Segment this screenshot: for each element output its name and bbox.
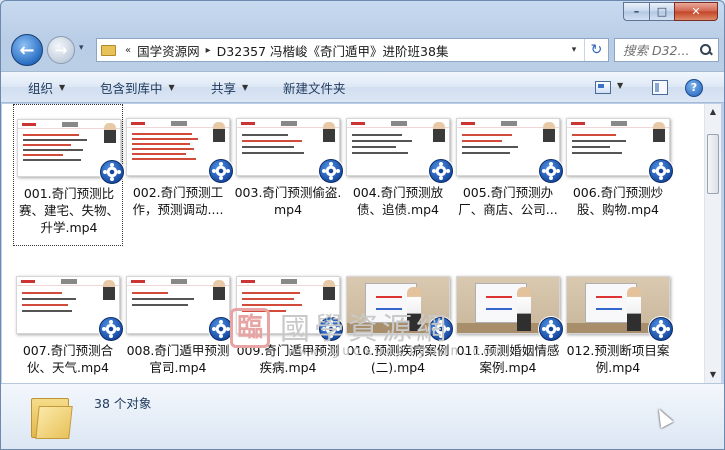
details-pane: 38 个对象: [1, 383, 724, 449]
media-player-icon: [209, 159, 233, 183]
media-player-icon: [319, 317, 343, 341]
file-item[interactable]: 005.奇门预测办厂、商店、公司...: [453, 104, 563, 246]
minimize-button[interactable]: –: [623, 2, 649, 21]
address-dropdown-button[interactable]: ▾: [566, 42, 582, 58]
file-name: 007.奇门预测合伙、天气.mp4: [22, 343, 114, 375]
recent-pages-button[interactable]: ▾: [79, 43, 93, 57]
vertical-scrollbar[interactable]: ▲ ▼: [704, 104, 721, 383]
file-item[interactable]: 007.奇门预测合伙、天气.mp4: [13, 262, 123, 383]
scroll-up-button[interactable]: ▲: [705, 104, 721, 120]
new-folder-label: 新建文件夹: [283, 81, 346, 96]
folder-icon: [31, 392, 73, 439]
search-input[interactable]: [623, 42, 695, 58]
breadcrumb-overflow-button[interactable]: «: [119, 45, 137, 56]
share-menu[interactable]: 共享 ▼: [211, 72, 248, 103]
file-name: 012.预测断项目案例.mp4: [566, 343, 670, 375]
file-item[interactable]: 009.奇门遁甲预测疾病.mp4: [233, 262, 343, 383]
caption-buttons: – □ ✕: [623, 2, 718, 21]
include-library-label: 包含到库中: [100, 81, 163, 96]
navigation-bar: ← → ▾ « 国学资源网 ▸ D32357 冯楷峻《奇门遁甲》进阶班38集 ▾…: [1, 31, 724, 69]
file-name: 004.奇门预测放债、追债.mp4: [352, 185, 444, 217]
explorer-window: – □ ✕ ← → ▾ « 国学资源网 ▸ D32357 冯楷峻《奇门遁甲》进阶…: [0, 0, 725, 450]
address-bar[interactable]: « 国学资源网 ▸ D32357 冯楷峻《奇门遁甲》进阶班38集 ▾ ↻: [96, 38, 609, 62]
media-player-icon: [100, 160, 124, 184]
view-options-dropdown[interactable]: ▼: [617, 81, 623, 90]
media-player-icon: [99, 317, 123, 341]
file-name: 011.预测婚姻情感案例.mp4: [456, 343, 560, 375]
forward-arrow-icon: →: [54, 41, 68, 59]
organize-label: 组织: [28, 81, 54, 96]
file-item[interactable]: 011.预测婚姻情感案例.mp4: [453, 262, 563, 383]
file-item[interactable]: 012.预测断项目案例.mp4: [563, 262, 673, 383]
file-name: 003.奇门预测偷盗.mp4: [234, 185, 342, 217]
scroll-down-button[interactable]: ▼: [705, 367, 721, 383]
media-player-icon: [209, 317, 233, 341]
chevron-down-icon: ▼: [59, 83, 66, 92]
command-bar: 组织 ▼ 包含到库中 ▼ 共享 ▼ 新建文件夹 ▼ ?: [1, 71, 724, 103]
file-item[interactable]: 004.奇门预测放债、追债.mp4: [343, 104, 453, 246]
file-list[interactable]: 001.奇门预测比赛、建宅、失物、升学.mp4 002.奇门预测工作，预测调动.…: [2, 104, 704, 383]
media-player-icon: [649, 317, 673, 341]
scrollbar-thumb[interactable]: [707, 134, 719, 194]
file-item[interactable]: 003.奇门预测偷盗.mp4: [233, 104, 343, 246]
file-name: 008.奇门遁甲预测官司.mp4: [126, 343, 230, 375]
file-item[interactable]: 002.奇门预测工作，预测调动....: [123, 104, 233, 246]
file-name: 002.奇门预测工作，预测调动....: [132, 185, 224, 217]
file-name: 010.预测疾病案例(二).mp4: [346, 343, 450, 375]
change-view-icon[interactable]: [595, 81, 611, 94]
help-icon[interactable]: ?: [685, 79, 703, 97]
file-item[interactable]: 001.奇门预测比赛、建宅、失物、升学.mp4: [13, 104, 124, 246]
folder-icon: [97, 44, 119, 56]
file-name: 006.奇门预测炒股、购物.mp4: [572, 185, 664, 217]
search-box[interactable]: [614, 38, 719, 62]
share-label: 共享: [211, 81, 237, 96]
chevron-down-icon: ▼: [242, 83, 249, 92]
media-player-icon: [429, 159, 453, 183]
search-icon[interactable]: [699, 43, 713, 57]
organize-menu[interactable]: 组织 ▼: [28, 72, 65, 103]
chevron-down-icon: ▼: [168, 83, 175, 92]
file-item[interactable]: 010.预测疾病案例(二).mp4: [343, 262, 453, 383]
include-in-library-menu[interactable]: 包含到库中 ▼: [100, 72, 175, 103]
file-item[interactable]: 006.奇门预测炒股、购物.mp4: [563, 104, 673, 246]
file-name: 009.奇门遁甲预测疾病.mp4: [236, 343, 340, 375]
media-player-icon: [649, 159, 673, 183]
forward-button[interactable]: →: [47, 36, 75, 64]
media-player-icon: [319, 159, 343, 183]
close-button[interactable]: ✕: [674, 2, 718, 21]
back-button[interactable]: ←: [11, 34, 43, 66]
media-player-icon: [539, 159, 563, 183]
new-folder-button[interactable]: 新建文件夹: [283, 72, 346, 103]
file-name: 001.奇门预测比赛、建宅、失物、升学.mp4: [18, 186, 119, 235]
back-arrow-icon: ←: [19, 39, 35, 61]
preview-pane-icon[interactable]: [652, 80, 668, 95]
item-count: 38 个对象: [94, 396, 152, 411]
file-item[interactable]: 008.奇门遁甲预测官司.mp4: [123, 262, 233, 383]
breadcrumb-separator-icon[interactable]: ▸: [200, 45, 217, 56]
media-player-icon: [429, 317, 453, 341]
breadcrumb-item[interactable]: D32357 冯楷峻《奇门遁甲》进阶班38集: [217, 41, 449, 60]
maximize-button[interactable]: □: [649, 2, 674, 21]
breadcrumb-item[interactable]: 国学资源网: [137, 41, 200, 60]
file-name: 005.奇门预测办厂、商店、公司...: [458, 185, 558, 217]
refresh-button[interactable]: ↻: [584, 39, 608, 61]
media-player-icon: [539, 317, 563, 341]
